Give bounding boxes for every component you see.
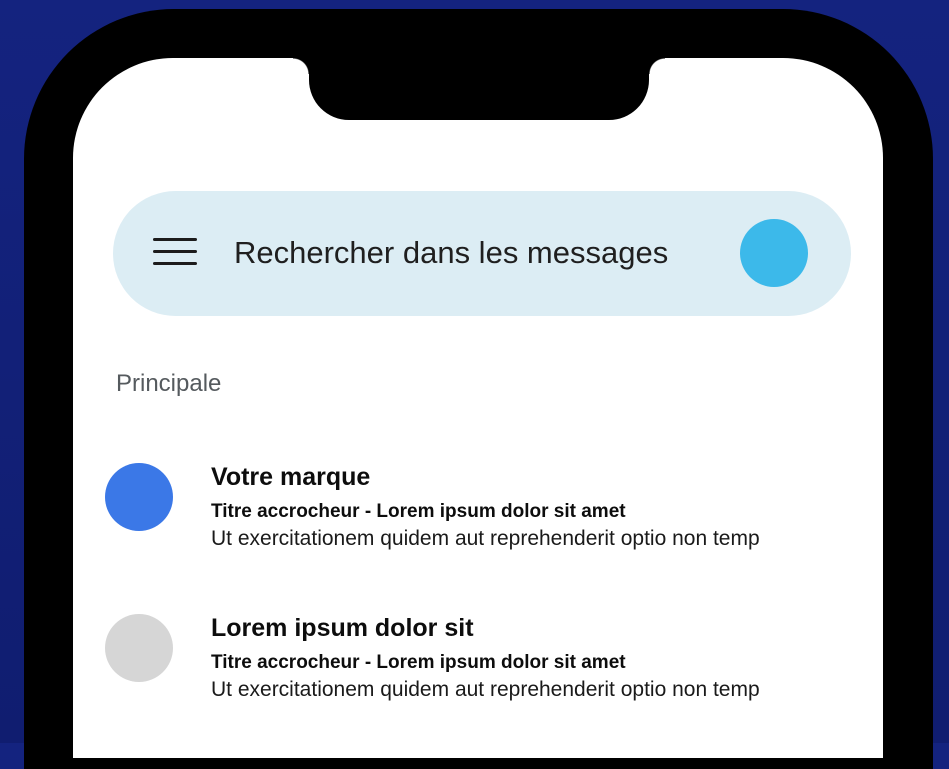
search-input[interactable]: Rechercher dans les messages: [234, 235, 668, 271]
phone-notch: [293, 58, 665, 120]
mail-sender: Lorem ipsum dolor sit: [211, 614, 474, 642]
search-bar[interactable]: Rechercher dans les messages: [113, 191, 851, 316]
phone-screen: Rechercher dans les messages Principale …: [73, 58, 883, 758]
mail-list-item[interactable]: Lorem ipsum dolor sit Titre accrocheur -…: [103, 614, 863, 709]
mail-subject: Titre accrocheur - Lorem ipsum dolor sit…: [211, 652, 626, 673]
mail-sender: Votre marque: [211, 463, 371, 491]
mail-list-item[interactable]: Votre marque Titre accrocheur - Lorem ip…: [103, 463, 863, 558]
hamburger-menu-icon[interactable]: [153, 238, 197, 268]
section-label: Principale: [116, 370, 222, 397]
mail-snippet: Ut exercitationem quidem aut reprehender…: [211, 527, 760, 550]
mail-snippet: Ut exercitationem quidem aut reprehender…: [211, 678, 760, 701]
mail-subject: Titre accrocheur - Lorem ipsum dolor sit…: [211, 501, 626, 522]
sender-avatar: [105, 614, 173, 682]
account-avatar[interactable]: [740, 219, 808, 287]
sender-avatar: [105, 463, 173, 531]
